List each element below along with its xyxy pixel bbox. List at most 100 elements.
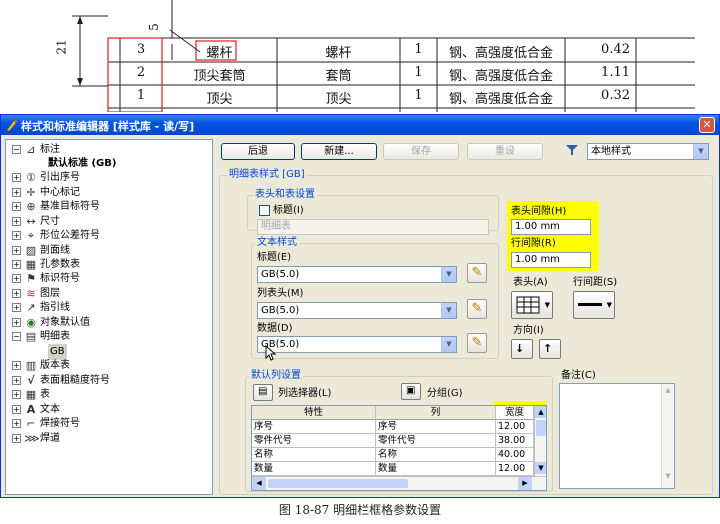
grid-vertical-scrollbar[interactable]: ▲ ▼ [534, 406, 546, 476]
drawing-seq: 1 [136, 88, 146, 103]
scroll-left-icon[interactable]: ◀ [252, 477, 266, 490]
grid-cell-property[interactable]: 名称 [252, 448, 376, 462]
header-gap-label: 表头间隙(H) [511, 206, 567, 217]
grid-cell-property[interactable]: 数量 [252, 462, 376, 476]
drawing-seq: 3 [136, 42, 146, 57]
grid-cell-property[interactable]: 零件代号 [252, 434, 376, 448]
expand-icon[interactable]: + [12, 274, 21, 283]
data-style-label: 数据(D) [257, 323, 293, 334]
column-header-style-label: 列表头(M) [257, 288, 304, 299]
style-tree[interactable]: − ⊿ 标注 默认标准 (GB) + ① 引出序号 + ✛ 中心标记 + ⊕ 基… [5, 139, 213, 495]
grid-cell-width[interactable]: 38.00 [496, 434, 534, 448]
scroll-thumb[interactable] [268, 479, 408, 488]
collapse-icon[interactable]: − [12, 332, 21, 341]
expand-icon[interactable]: + [12, 173, 21, 182]
expand-icon[interactable]: + [12, 376, 21, 385]
title-text-input[interactable]: 明细表 [257, 219, 489, 235]
expand-icon[interactable]: + [12, 246, 21, 255]
row-gap-input[interactable]: 1.00 mm [511, 252, 591, 268]
save-button[interactable]: 保存 [383, 143, 459, 160]
expand-icon[interactable]: + [12, 217, 21, 226]
weld-symbol-icon: ⌐ [26, 417, 36, 430]
grid-cell-width[interactable]: 40.00 [496, 448, 534, 462]
drawing-mass: 0.32 [601, 88, 630, 103]
drawing-material: 钢、高强度低合金 [448, 69, 553, 84]
direction-up-button[interactable]: ↑ [539, 339, 561, 359]
collapse-icon[interactable]: − [12, 145, 21, 154]
line-spacing-label: 行间距(S) [573, 277, 618, 288]
column-chooser-icon: ▤ [258, 386, 268, 397]
scroll-up-icon[interactable]: ▲ [535, 406, 546, 418]
drawing-name: 顶尖 [325, 92, 352, 107]
expand-icon[interactable]: + [12, 390, 21, 399]
column-chooser-icon-button[interactable]: ▤ [253, 384, 273, 401]
column-grid[interactable]: 特性 列 宽度 序号 序号 12.00 零件代号 零件代号 38.00 名称 名… [251, 405, 547, 491]
scroll-down-icon[interactable]: ▼ [535, 462, 546, 474]
chevron-down-icon[interactable]: ▼ [441, 267, 456, 282]
title-checkbox-label: 标题(I) [273, 205, 304, 216]
expand-icon[interactable]: + [12, 260, 21, 269]
drawing-mass: 1.11 [601, 65, 630, 80]
scroll-thumb[interactable] [536, 420, 546, 436]
dimension-icon: ⊿ [26, 143, 36, 156]
grid-cell-column[interactable]: 名称 [376, 448, 496, 462]
edit-column-header-style-button[interactable]: ✎ [467, 299, 487, 319]
expand-icon[interactable]: + [12, 289, 21, 298]
scroll-down-icon[interactable]: ▼ [662, 472, 674, 484]
tolerance-icon: ⌖ [27, 229, 35, 242]
grid-cell-width[interactable]: 12.00 [496, 462, 534, 476]
new-button[interactable]: 新建... [301, 143, 377, 160]
title-style-select[interactable]: GB(5.0) ▼ [257, 266, 457, 283]
expand-icon[interactable]: + [12, 303, 21, 312]
grid-cell-column[interactable]: 序号 [376, 420, 496, 434]
chevron-down-icon[interactable]: ▼ [441, 303, 456, 318]
grid-cell-column[interactable]: 零件代号 [376, 434, 496, 448]
notes-textarea[interactable]: ▲ ▼ [559, 383, 675, 489]
group-icon-button[interactable]: ▣ [401, 383, 421, 400]
header-gap-input[interactable]: 1.00 mm [511, 219, 591, 235]
direction-down-button[interactable]: ↓ [511, 339, 533, 359]
parts-list-icon: ▤ [25, 330, 37, 343]
expand-icon[interactable]: + [12, 405, 21, 414]
grid-cell-width[interactable]: 12.00 [496, 420, 534, 434]
column-header-style-select[interactable]: GB(5.0) ▼ [257, 302, 457, 319]
drawing-code: 顶尖 [206, 92, 233, 107]
border-picker-button[interactable]: ▼ [511, 291, 553, 319]
expand-icon[interactable]: + [12, 188, 21, 197]
grid-header-property[interactable]: 特性 [252, 406, 376, 420]
drawing-material: 钢、高强度低合金 [448, 92, 553, 107]
expand-icon[interactable]: + [12, 318, 21, 327]
cad-drawing: 21 5 3 螺杆 螺杆 1 钢、高强度低合金 0.42 2 顶尖套筒 套筒 1… [0, 0, 720, 112]
filter-icon[interactable] [565, 143, 579, 157]
expand-icon[interactable]: + [12, 434, 21, 443]
edit-data-style-button[interactable]: ✎ [467, 333, 487, 353]
scroll-right-icon[interactable]: ▶ [518, 477, 532, 490]
reset-button[interactable]: 重设 [467, 143, 543, 160]
grid-header-column[interactable]: 列 [376, 406, 496, 420]
expand-icon[interactable]: + [12, 202, 21, 211]
edit-title-style-button[interactable]: ✎ [467, 263, 487, 283]
expand-icon[interactable]: + [12, 419, 21, 428]
notes-scrollbar[interactable]: ▲ ▼ [661, 384, 674, 488]
data-style-select[interactable]: GB(5.0) ▼ [257, 336, 457, 353]
line-spacing-picker-button[interactable]: ▼ [573, 291, 615, 319]
title-bar[interactable]: 样式和标准编辑器 [样式库 - 读/写] ✕ [1, 115, 719, 135]
grid-horizontal-scrollbar[interactable]: ◀ ▶ [252, 476, 546, 490]
title-checkbox[interactable] [259, 205, 270, 216]
expand-icon[interactable]: + [12, 361, 21, 370]
grid-cell-property[interactable]: 序号 [252, 420, 376, 434]
chevron-down-icon: ▼ [606, 301, 612, 309]
grid-header-width[interactable]: 宽度 [496, 406, 534, 420]
expand-icon[interactable]: + [12, 231, 21, 240]
group-label[interactable]: 分组(G) [427, 388, 463, 400]
column-chooser-label[interactable]: 列选择器(L) [278, 388, 331, 400]
grid-cell-column[interactable]: 数量 [376, 462, 496, 476]
chevron-down-icon[interactable]: ▼ [693, 144, 708, 159]
sort-up-icon: ↑ [543, 342, 553, 355]
back-button[interactable]: 后退 [221, 143, 295, 160]
close-button[interactable]: ✕ [699, 117, 715, 133]
scroll-up-icon[interactable]: ▲ [662, 386, 674, 398]
filter-select[interactable]: 本地样式 ▼ [587, 143, 709, 160]
chevron-down-icon[interactable]: ▼ [441, 337, 456, 352]
sort-down-icon: ↓ [515, 342, 525, 355]
